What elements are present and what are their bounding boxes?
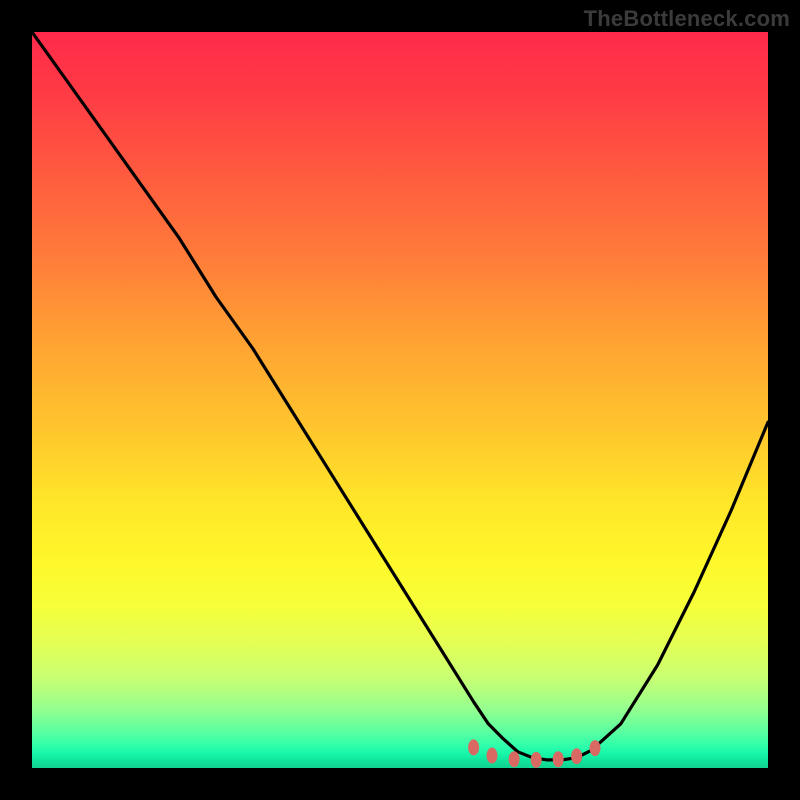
optimal-range-markers <box>468 739 600 768</box>
marker-dot <box>553 751 564 767</box>
marker-dot <box>590 740 601 756</box>
marker-dot <box>487 748 498 764</box>
chart-frame: TheBottleneck.com <box>0 0 800 800</box>
watermark-text: TheBottleneck.com <box>584 6 790 32</box>
curve-layer <box>32 32 768 768</box>
marker-dot <box>509 751 520 767</box>
marker-dot <box>531 752 542 768</box>
bottleneck-curve <box>32 32 768 760</box>
marker-dot <box>468 739 479 755</box>
marker-dot <box>571 748 582 764</box>
plot-area <box>32 32 768 768</box>
